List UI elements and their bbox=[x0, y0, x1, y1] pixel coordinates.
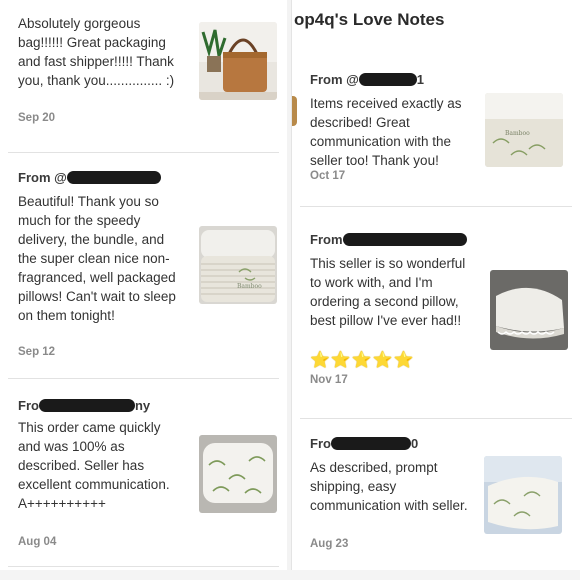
love-note-card[interactable]: From @ Beautiful! Thank you so much for … bbox=[8, 154, 279, 376]
from-suffix: 1 bbox=[416, 72, 425, 87]
page-title: op4q's Love Notes bbox=[294, 10, 445, 29]
card-divider bbox=[8, 378, 279, 379]
pillow-photo-icon[interactable]: Bamboo bbox=[199, 226, 277, 304]
redacted-username bbox=[342, 233, 467, 246]
pillow-photo-icon[interactable] bbox=[199, 435, 277, 513]
love-note-card[interactable]: Fro 0 As described, prompt shipping, easy… bbox=[300, 420, 572, 570]
card-divider bbox=[8, 152, 279, 153]
handbag-photo-icon[interactable] bbox=[199, 22, 277, 100]
love-note-card[interactable]: Fro ny This order came quickly and was 10… bbox=[8, 380, 279, 570]
love-note-message: This seller is so wonderful to work with… bbox=[310, 256, 466, 328]
love-note-from: Fro 0 bbox=[310, 436, 418, 451]
pillow-photo-icon[interactable]: Bamboo bbox=[485, 93, 563, 167]
pillow-photo-icon[interactable] bbox=[484, 456, 562, 534]
redacted-username bbox=[66, 171, 161, 184]
redacted-username bbox=[38, 399, 135, 412]
card-divider bbox=[8, 566, 279, 567]
love-note-message: Beautiful! Thank you so much for the spe… bbox=[18, 194, 176, 323]
love-note-message: As described, prompt shipping, easy comm… bbox=[310, 460, 468, 513]
from-label: From @ bbox=[310, 72, 359, 87]
from-label: Fro bbox=[310, 436, 331, 451]
from-suffix: 0 bbox=[410, 436, 419, 451]
love-note-from: From bbox=[310, 232, 467, 247]
love-note-date: Aug 23 bbox=[310, 538, 349, 550]
card-divider bbox=[300, 418, 572, 419]
avatar bbox=[292, 96, 297, 126]
love-note-card[interactable]: From This seller is so wonderful to work… bbox=[300, 214, 572, 410]
bottom-strip bbox=[0, 570, 580, 580]
love-note-message: Items received exactly as described! Gre… bbox=[310, 96, 462, 168]
rating-stars: ⭐⭐⭐⭐⭐ bbox=[310, 352, 415, 369]
love-note-date: Sep 12 bbox=[18, 346, 56, 358]
svg-text:Bamboo: Bamboo bbox=[237, 283, 262, 290]
from-label: From @ bbox=[18, 170, 67, 185]
love-note-message: Absolutely gorgeous bag!!!!!! Great pack… bbox=[18, 16, 175, 88]
love-note-from: From @ 1 bbox=[310, 72, 424, 87]
redacted-username bbox=[358, 73, 417, 86]
love-notes-right-column: op4q's Love Notes From @ 1 Items received… bbox=[291, 0, 580, 580]
pillow-photo-icon[interactable] bbox=[490, 270, 568, 350]
svg-text:Bamboo: Bamboo bbox=[505, 130, 530, 137]
love-note-date: Oct 17 bbox=[310, 170, 346, 182]
from-label: Fro bbox=[18, 398, 39, 413]
love-note-from: Fro ny bbox=[18, 398, 150, 413]
from-suffix: ny bbox=[134, 398, 151, 413]
card-divider bbox=[300, 206, 572, 207]
love-note-date: Nov 17 bbox=[310, 374, 348, 386]
love-note-from: From @ bbox=[18, 170, 161, 185]
love-note-date: Aug 04 bbox=[18, 536, 57, 548]
love-note-message: This order came quickly and was 100% as … bbox=[18, 420, 170, 511]
love-note-card[interactable]: Absolutely gorgeous bag!!!!!! Great pack… bbox=[8, 0, 279, 150]
from-label: From bbox=[310, 232, 343, 247]
love-note-date: Sep 20 bbox=[18, 112, 56, 124]
love-note-card[interactable]: From @ 1 Items received exactly as descri… bbox=[292, 58, 572, 198]
redacted-username bbox=[330, 437, 411, 450]
love-notes-left-column: Absolutely gorgeous bag!!!!!! Great pack… bbox=[0, 0, 287, 580]
